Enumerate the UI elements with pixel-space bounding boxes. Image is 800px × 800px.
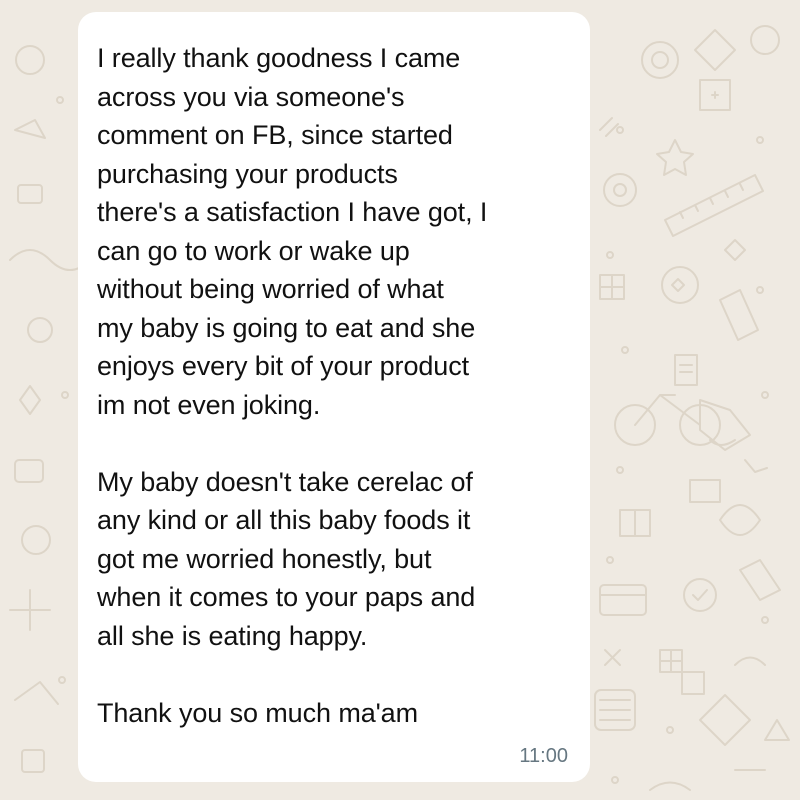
message-timestamp: 11:00: [519, 745, 568, 767]
message-paragraph: Thank you so much ma'am: [97, 697, 418, 728]
incoming-message-bubble[interactable]: I really thank goodness I came across yo…: [78, 12, 590, 782]
message-paragraph: I really thank goodness I came across yo…: [97, 43, 488, 420]
message-paragraph: My baby doesn't take cerelac of any kind…: [97, 466, 476, 651]
